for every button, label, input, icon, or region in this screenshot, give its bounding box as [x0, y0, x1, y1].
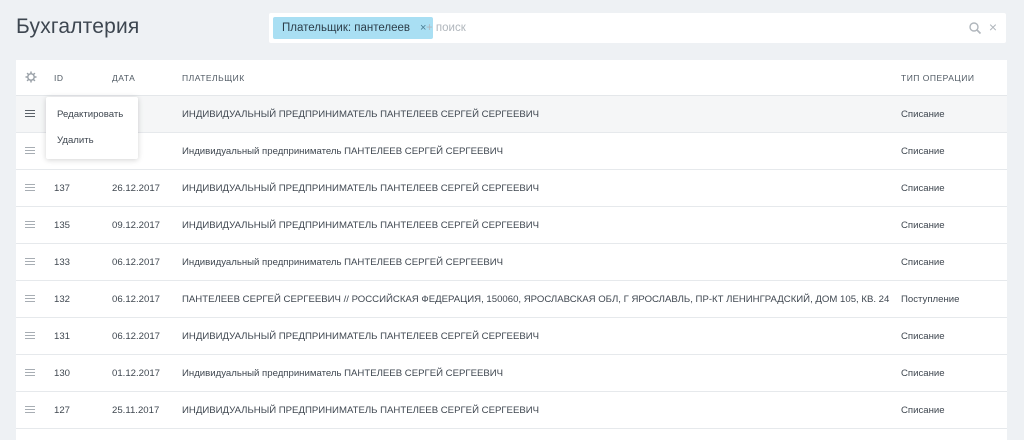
cell-id: 135	[54, 220, 71, 231]
cell-operation-type: Списание	[901, 331, 945, 342]
table-row[interactable]: 127 25.11.2017 ИНДИВИДУАЛЬНЫЙ ПРЕДПРИНИМ…	[16, 392, 1007, 429]
header-date[interactable]: ДАТА	[112, 73, 135, 83]
table-row[interactable]: 2018 ИНДИВИДУАЛЬНЫЙ ПРЕДПРИНИМАТЕЛЬ ПАНТ…	[16, 96, 1007, 133]
table-header: ID ДАТА ПЛАТЕЛЬЩИК ТИП ОПЕРАЦИИ	[16, 60, 1007, 96]
cell-payer: ИНДИВИДУАЛЬНЫЙ ПРЕДПРИНИМАТЕЛЬ ПАНТЕЛЕЕВ…	[182, 183, 540, 194]
cell-operation-type: Списание	[901, 257, 945, 268]
accounting-table: ID ДАТА ПЛАТЕЛЬЩИК ТИП ОПЕРАЦИИ 2018 ИНД…	[16, 60, 1007, 440]
filter-chip[interactable]: Плательщик: пантелеев ×	[273, 17, 434, 39]
header-payer[interactable]: ПЛАТЕЛЬЩИК	[182, 73, 245, 83]
hamburger-icon[interactable]	[25, 332, 35, 339]
cell-payer: Индивидуальный предприниматель ПАНТЕЛЕЕВ…	[182, 368, 504, 379]
hamburger-icon[interactable]	[25, 369, 35, 376]
cell-date: 25.11.2017	[112, 405, 160, 416]
search-input[interactable]	[426, 17, 946, 39]
cell-payer: ИНДИВИДУАЛЬНЫЙ ПРЕДПРИНИМАТЕЛЬ ПАНТЕЛЕЕВ…	[182, 331, 540, 342]
table-row[interactable]: 131 06.12.2017 ИНДИВИДУАЛЬНЫЙ ПРЕДПРИНИМ…	[16, 318, 1007, 355]
hamburger-icon[interactable]	[25, 110, 35, 117]
page-title: Бухгалтерия	[16, 15, 140, 38]
cell-operation-type: Списание	[901, 183, 945, 194]
clear-search-icon[interactable]: ×	[986, 20, 1000, 34]
table-row[interactable]: 2018 Индивидуальный предприниматель ПАНТ…	[16, 133, 1007, 170]
cell-operation-type: Списание	[901, 146, 945, 157]
table-row[interactable]: 133 06.12.2017 Индивидуальный предприним…	[16, 244, 1007, 281]
cell-payer: ИНДИВИДУАЛЬНЫЙ ПРЕДПРИНИМАТЕЛЬ ПАНТЕЛЕЕВ…	[182, 109, 540, 120]
hamburger-icon[interactable]	[25, 184, 35, 191]
cell-id: 133	[54, 257, 71, 268]
menu-item-delete[interactable]: Удалить	[57, 135, 94, 146]
cell-id: 130	[54, 368, 71, 379]
hamburger-icon[interactable]	[25, 221, 35, 228]
table-row[interactable]: 135 09.12.2017 ИНДИВИДУАЛЬНЫЙ ПРЕДПРИНИМ…	[16, 207, 1007, 244]
hamburger-icon[interactable]	[25, 295, 35, 302]
cell-id: 127	[54, 405, 71, 416]
cell-operation-type: Списание	[901, 220, 945, 231]
cell-date: 09.12.2017	[112, 220, 161, 231]
row-context-menu: Редактировать Удалить	[46, 97, 138, 159]
cell-id: 131	[54, 331, 71, 342]
cell-id: 137	[54, 183, 71, 194]
cell-payer: ИНДИВИДУАЛЬНЫЙ ПРЕДПРИНИМАТЕЛЬ ПАНТЕЛЕЕВ…	[182, 220, 540, 231]
cell-operation-type: Списание	[901, 368, 945, 379]
cell-date: 06.12.2017	[112, 294, 161, 305]
cell-payer: Индивидуальный предприниматель ПАНТЕЛЕЕВ…	[182, 257, 504, 268]
cell-date: 06.12.2017	[112, 331, 161, 342]
gear-icon[interactable]	[25, 71, 37, 83]
cell-date: 06.12.2017	[112, 257, 161, 268]
hamburger-icon[interactable]	[25, 406, 35, 413]
cell-id: 132	[54, 294, 71, 305]
cell-date: 26.12.2017	[112, 183, 161, 194]
hamburger-icon[interactable]	[25, 147, 35, 154]
header-id[interactable]: ID	[54, 73, 64, 83]
header-operation-type[interactable]: ТИП ОПЕРАЦИИ	[901, 73, 974, 83]
search-bar[interactable]: Плательщик: пантелеев × ×	[269, 13, 1006, 43]
cell-payer: Индивидуальный предприниматель ПАНТЕЛЕЕВ…	[182, 146, 504, 157]
table-row[interactable]: 132 06.12.2017 ПАНТЕЛЕЕВ СЕРГЕЙ СЕРГЕЕВИ…	[16, 281, 1007, 318]
cell-operation-type: Списание	[901, 405, 945, 416]
cell-operation-type: Списание	[901, 109, 945, 120]
search-icon[interactable]	[968, 21, 982, 35]
menu-item-edit[interactable]: Редактировать	[57, 109, 123, 120]
table-row[interactable]: 130 01.12.2017 Индивидуальный предприним…	[16, 355, 1007, 392]
hamburger-icon[interactable]	[25, 258, 35, 265]
cell-operation-type: Поступление	[901, 294, 960, 305]
cell-date: 01.12.2017	[112, 368, 161, 379]
cell-payer: ИНДИВИДУАЛЬНЫЙ ПРЕДПРИНИМАТЕЛЬ ПАНТЕЛЕЕВ…	[182, 405, 540, 416]
cell-payer: ПАНТЕЛЕЕВ СЕРГЕЙ СЕРГЕЕВИЧ // РОССИЙСКАЯ…	[182, 294, 890, 305]
table-row[interactable]: 137 26.12.2017 ИНДИВИДУАЛЬНЫЙ ПРЕДПРИНИМ…	[16, 170, 1007, 207]
filter-chip-label: Плательщик: пантелеев	[282, 22, 411, 34]
